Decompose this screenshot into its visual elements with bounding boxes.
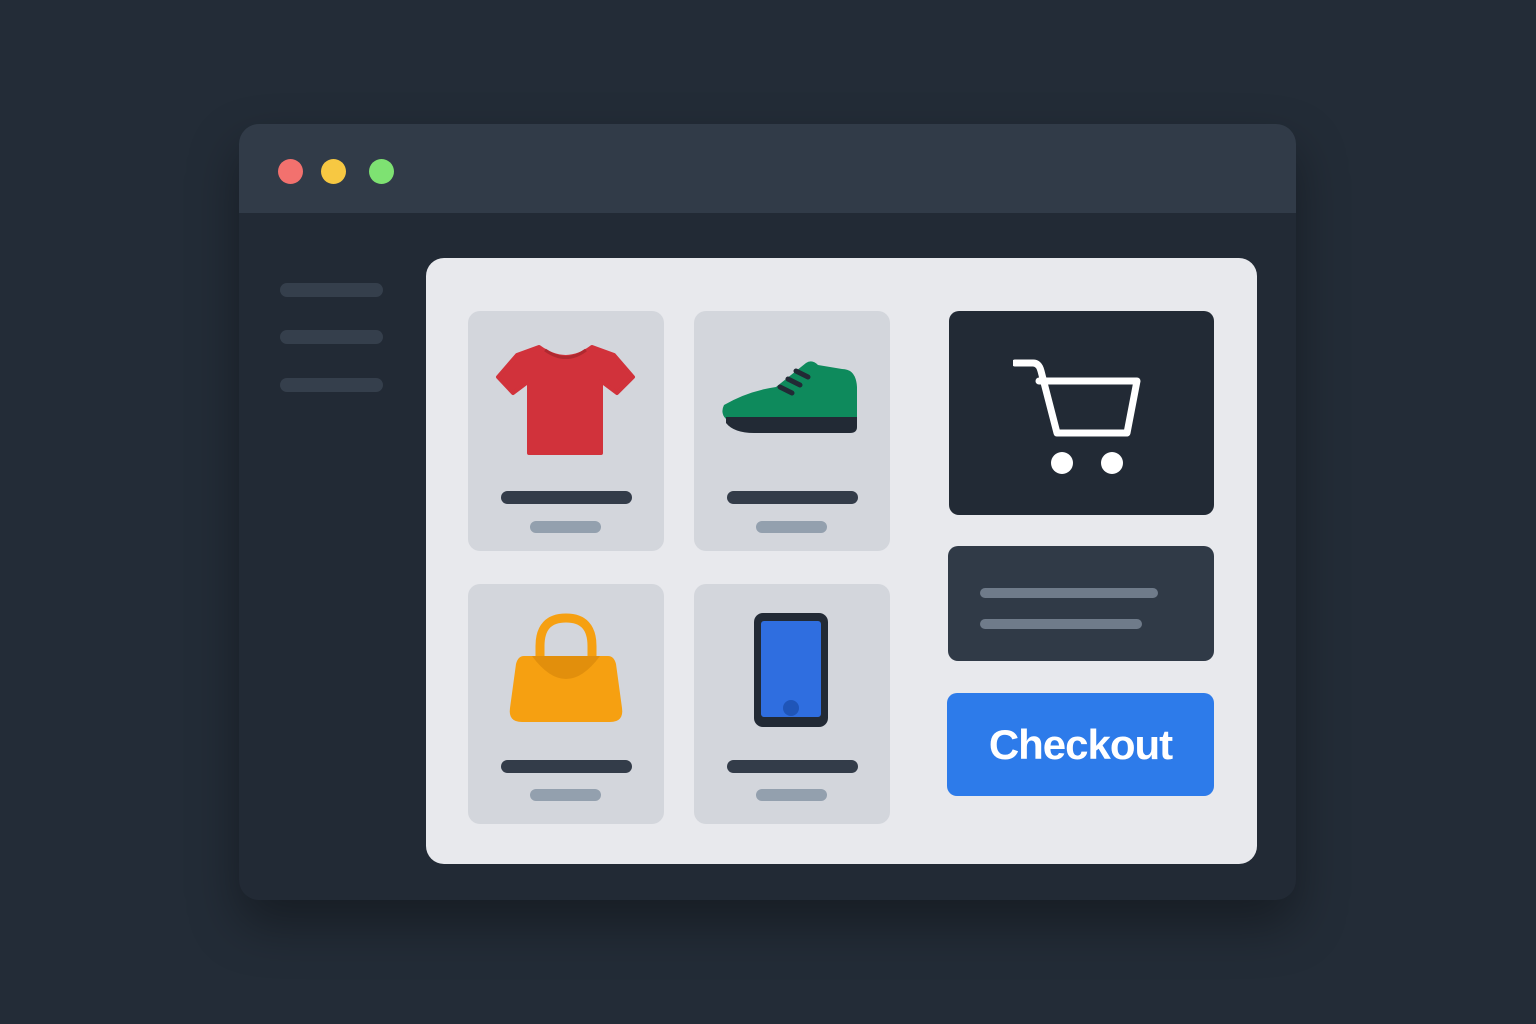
summary-line-placeholder (980, 619, 1142, 629)
smartphone-icon (754, 613, 828, 727)
product-price-placeholder (530, 521, 601, 533)
product-card-sneaker[interactable] (694, 311, 890, 551)
checkout-button[interactable]: Checkout (947, 693, 1214, 796)
cart-panel[interactable] (949, 311, 1214, 515)
product-name-placeholder (727, 760, 858, 773)
sidebar-item-2[interactable] (280, 330, 383, 344)
product-card-smartphone[interactable] (694, 584, 890, 824)
app-window: Checkout (239, 124, 1296, 900)
close-window-button[interactable] (278, 159, 303, 184)
shop-panel: Checkout (426, 258, 1257, 864)
product-price-placeholder (530, 789, 601, 801)
order-summary (948, 546, 1214, 661)
t-shirt-icon (496, 345, 635, 455)
maximize-window-button[interactable] (369, 159, 394, 184)
product-name-placeholder (727, 491, 858, 504)
product-name-placeholder (501, 491, 632, 504)
product-card-handbag[interactable] (468, 584, 664, 824)
sidebar-item-3[interactable] (280, 378, 383, 392)
summary-line-placeholder (980, 588, 1158, 598)
product-price-placeholder (756, 789, 827, 801)
handbag-icon (509, 613, 623, 722)
shopping-cart-icon (1013, 359, 1141, 474)
product-price-placeholder (756, 521, 827, 533)
sneaker-icon (722, 361, 857, 433)
product-name-placeholder (501, 760, 632, 773)
sidebar-item-1[interactable] (280, 283, 383, 297)
minimize-window-button[interactable] (321, 159, 346, 184)
title-bar (239, 124, 1296, 213)
product-card-tshirt[interactable] (468, 311, 664, 551)
